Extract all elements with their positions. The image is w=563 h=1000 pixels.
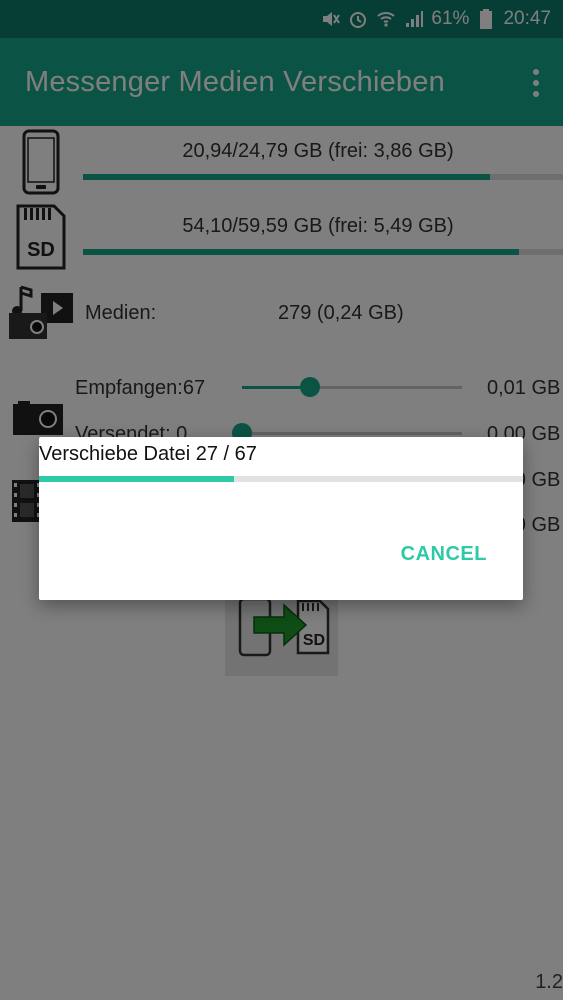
progress-dialog: Verschiebe Datei 27 / 67 CANCEL (39, 437, 523, 600)
dialog-progress-bar (39, 476, 523, 482)
cancel-button[interactable]: CANCEL (401, 543, 487, 566)
dialog-message: Verschiebe Datei 27 / 67 (39, 443, 257, 465)
dialog-progress-bar-fill (39, 476, 235, 482)
